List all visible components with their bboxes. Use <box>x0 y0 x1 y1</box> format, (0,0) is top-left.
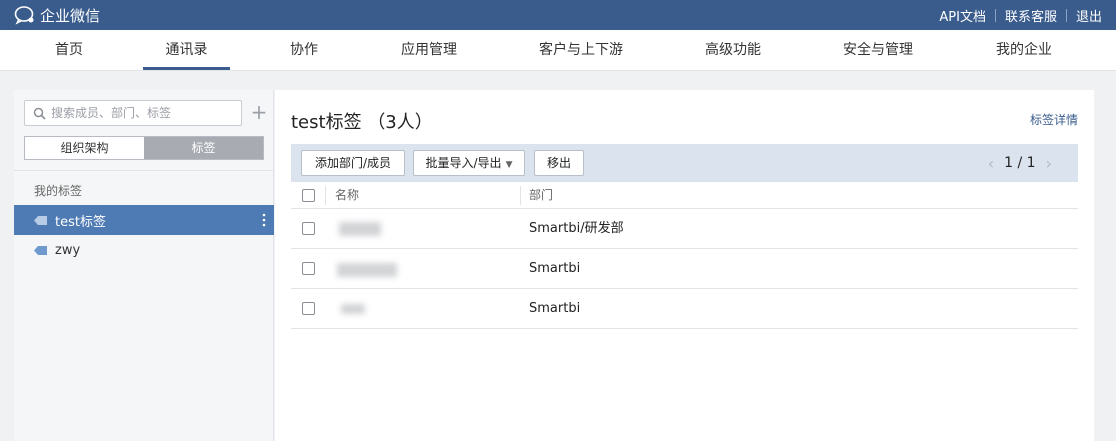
member-department: Smartbi <box>529 301 581 316</box>
remove-button[interactable]: 移出 <box>534 150 584 176</box>
top-links: API文档 联系客服 退出 <box>939 0 1102 30</box>
nav-collaboration[interactable]: 协作 <box>274 30 334 70</box>
member-count: （3人） <box>367 112 433 133</box>
logout-link[interactable]: 退出 <box>1076 6 1102 25</box>
member-department: Smartbi <box>529 261 581 276</box>
column-divider <box>520 186 521 205</box>
column-divider <box>325 186 326 205</box>
main-nav: 首页 通讯录 协作 应用管理 客户与上下游 高级功能 安全与管理 我的企业 <box>0 30 1116 71</box>
member-department: Smartbi/研发部 <box>529 221 624 236</box>
contact-support-link[interactable]: 联系客服 <box>1005 6 1057 25</box>
api-docs-link[interactable]: API文档 <box>939 6 986 25</box>
row-checkbox[interactable] <box>302 302 315 315</box>
column-dept-header: 部门 <box>529 188 554 202</box>
search-icon <box>33 107 46 120</box>
nav-security[interactable]: 安全与管理 <box>832 30 924 70</box>
tag-item-zwy[interactable]: zwy <box>14 235 274 265</box>
nav-app-management[interactable]: 应用管理 <box>390 30 468 70</box>
view-toggle: 组织架构 标签 <box>24 136 264 160</box>
main-panel: test标签 （3人） 标签详情 添加部门/成员 批量导入/导出 ▼ 移出 ‹ 1… <box>275 90 1094 441</box>
next-page-icon[interactable]: › <box>1046 154 1052 173</box>
nav-my-company[interactable]: 我的企业 <box>986 30 1062 70</box>
row-checkbox[interactable] <box>302 222 315 235</box>
tag-label: test标签 <box>55 214 106 230</box>
table-row[interactable]: Smartbi <box>291 289 1078 329</box>
batch-import-export-button[interactable]: 批量导入/导出 ▼ <box>413 150 525 176</box>
member-table: 名称 部门 Smartbi/研发部 Smartbi Smartbi <box>291 182 1078 329</box>
app-name: 企业微信 <box>40 6 101 25</box>
table-row[interactable]: Smartbi/研发部 <box>291 209 1078 249</box>
nav-advanced[interactable]: 高级功能 <box>696 30 770 70</box>
nav-customers[interactable]: 客户与上下游 <box>528 30 634 70</box>
tag-icon <box>34 215 47 225</box>
more-options-icon[interactable] <box>262 212 266 228</box>
search-input[interactable] <box>51 104 237 122</box>
divider <box>14 170 274 171</box>
nav-home[interactable]: 首页 <box>38 30 100 70</box>
prev-page-icon[interactable]: ‹ <box>988 154 994 173</box>
top-bar: 企业微信 API文档 联系客服 退出 <box>0 0 1116 30</box>
logo[interactable]: 企业微信 <box>14 4 100 26</box>
page-indicator: 1 / 1 <box>1004 155 1036 171</box>
tag-label: zwy <box>55 242 81 258</box>
member-name-redacted <box>335 260 425 278</box>
tag-item-test[interactable]: test标签 <box>14 205 274 235</box>
tag-icon <box>34 245 47 255</box>
divider <box>1065 8 1067 22</box>
member-name-redacted <box>335 220 425 238</box>
search-box <box>24 100 242 126</box>
member-name-redacted <box>335 300 425 318</box>
column-name-header: 名称 <box>335 188 360 202</box>
table-row[interactable]: Smartbi <box>291 249 1078 289</box>
toolbar: 添加部门/成员 批量导入/导出 ▼ 移出 ‹ 1 / 1 › <box>291 144 1078 182</box>
pagination: ‹ 1 / 1 › <box>978 150 1062 176</box>
tag-details-link[interactable]: 标签详情 <box>1030 111 1078 128</box>
add-icon[interactable]: + <box>250 102 268 122</box>
page-title: test标签 （3人） <box>291 108 433 134</box>
table-header: 名称 部门 <box>291 182 1078 209</box>
add-department-member-button[interactable]: 添加部门/成员 <box>301 150 405 176</box>
tag-title: test标签 <box>291 112 362 133</box>
row-checkbox[interactable] <box>302 262 315 275</box>
nav-contacts[interactable]: 通讯录 <box>143 30 230 70</box>
wecom-logo-icon <box>14 6 34 25</box>
dropdown-caret-icon: ▼ <box>505 160 513 170</box>
batch-label: 批量导入/导出 <box>425 156 502 170</box>
tab-org-structure[interactable]: 组织架构 <box>25 137 144 159</box>
my-tags-label: 我的标签 <box>34 184 83 198</box>
divider <box>994 8 996 22</box>
tab-tags[interactable]: 标签 <box>144 137 263 159</box>
select-all-checkbox[interactable] <box>302 189 315 202</box>
sidebar: + 组织架构 标签 我的标签 test标签 zwy <box>14 90 274 441</box>
